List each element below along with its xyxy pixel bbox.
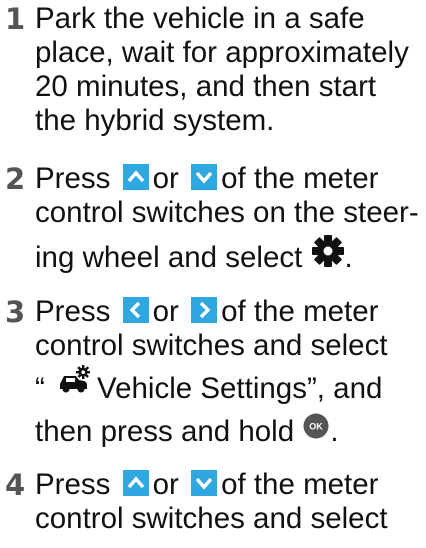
step-number: 3 (5, 295, 26, 329)
step-text: “ (35, 371, 45, 405)
step-text: Press (35, 162, 111, 195)
step-text-line: place, wait for approximately (35, 36, 409, 69)
step-text: or (152, 468, 179, 501)
ok-button-icon: OK (302, 412, 330, 448)
step-number: 2 (5, 162, 26, 196)
arrow-up-button-icon (122, 470, 149, 497)
step-text: . (330, 415, 339, 448)
step-text-line: control switches and select (35, 502, 388, 535)
ok-label: OK (310, 422, 324, 432)
step-text: of the meter (221, 295, 379, 328)
step-text-line: 20 minutes, and then start (35, 70, 377, 103)
arrow-up-button-icon (122, 164, 149, 191)
step-text: then press and hold (35, 415, 295, 448)
step-text: or (152, 162, 179, 195)
step-text: . (344, 240, 353, 274)
step-text: of the meter (221, 468, 379, 501)
step-text: of the meter (221, 162, 379, 195)
vehicle-settings-icon (57, 365, 91, 403)
step-text-line: control switches on the steer- (35, 196, 419, 229)
step-number: 1 (5, 2, 26, 36)
step-text: Vehicle Settings”, and (97, 371, 383, 405)
step-text-line: control switches and select (35, 329, 388, 362)
step-text-line: Park the vehicle in a safe (35, 2, 365, 35)
arrow-down-button-icon (191, 164, 218, 191)
gear-settings-icon (311, 234, 345, 276)
step-text: Press (35, 468, 111, 501)
step-text: Press (35, 295, 111, 328)
step-number: 4 (5, 468, 26, 502)
arrow-right-button-icon (191, 297, 218, 324)
step-text: ing wheel and select (35, 240, 303, 274)
step-text: or (152, 295, 179, 328)
step-text-line: the hybrid system. (35, 104, 275, 137)
arrow-down-button-icon (191, 470, 218, 497)
arrow-left-button-icon (122, 297, 149, 324)
